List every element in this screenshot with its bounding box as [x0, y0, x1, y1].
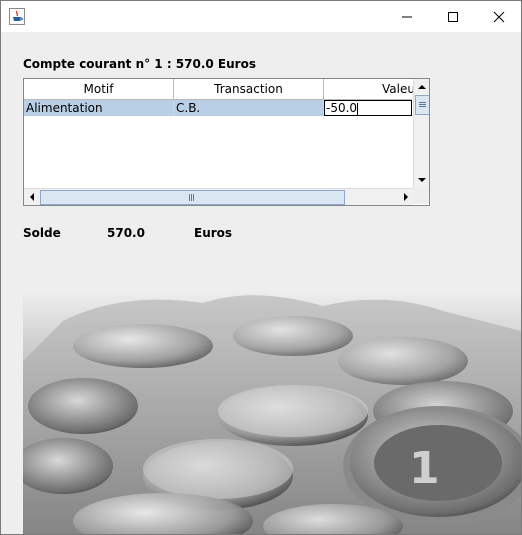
balance-label: Solde	[23, 226, 61, 240]
java-cup-icon[interactable]	[9, 8, 25, 25]
table-row[interactable]: Alimentation C.B. -50.0	[24, 100, 412, 116]
scroll-up-button[interactable]	[414, 79, 429, 95]
svg-text:1: 1	[409, 443, 440, 494]
arrow-down-icon	[418, 178, 426, 182]
coins-image: 1	[23, 291, 521, 534]
text-caret	[357, 102, 359, 115]
arrow-left-icon	[30, 193, 34, 201]
arrow-right-icon	[404, 193, 408, 201]
content-pane: Compte courant n° 1 : 570.0 Euros Motif …	[1, 32, 521, 534]
title-bar	[1, 1, 521, 32]
horizontal-scroll-thumb[interactable]	[40, 190, 345, 205]
minimize-button[interactable]	[384, 1, 430, 32]
scroll-right-button[interactable]	[397, 189, 413, 205]
main-window: Compte courant n° 1 : 570.0 Euros Motif …	[0, 0, 522, 535]
maximize-button[interactable]	[430, 1, 476, 32]
close-icon	[493, 11, 505, 23]
vertical-scroll-thumb[interactable]	[415, 95, 429, 115]
cell-valeur-text: -50.0	[326, 101, 358, 115]
arrow-up-icon	[418, 85, 426, 89]
vertical-scrollbar[interactable]	[413, 79, 429, 188]
cell-valeur-editor[interactable]: -50.0	[324, 100, 412, 116]
transactions-table[interactable]: Motif Transaction Valeu Alimentation C.B…	[23, 78, 430, 206]
close-button[interactable]	[476, 1, 521, 32]
cell-motif[interactable]: Alimentation	[24, 100, 174, 116]
scroll-left-button[interactable]	[24, 189, 40, 205]
scroll-down-button[interactable]	[414, 172, 429, 188]
horizontal-scrollbar[interactable]	[24, 188, 413, 205]
account-title: Compte courant n° 1 : 570.0 Euros	[23, 57, 256, 71]
maximize-icon	[448, 12, 458, 22]
scroll-corner	[413, 188, 429, 204]
table-header: Motif Transaction Valeu	[24, 79, 415, 100]
balance-unit: Euros	[194, 226, 233, 240]
column-header-transaction[interactable]: Transaction	[174, 79, 324, 99]
cell-transaction[interactable]: C.B.	[174, 100, 324, 116]
column-header-motif[interactable]: Motif	[24, 79, 174, 99]
minimize-icon	[402, 16, 412, 18]
balance-value: 570.0	[107, 226, 145, 240]
